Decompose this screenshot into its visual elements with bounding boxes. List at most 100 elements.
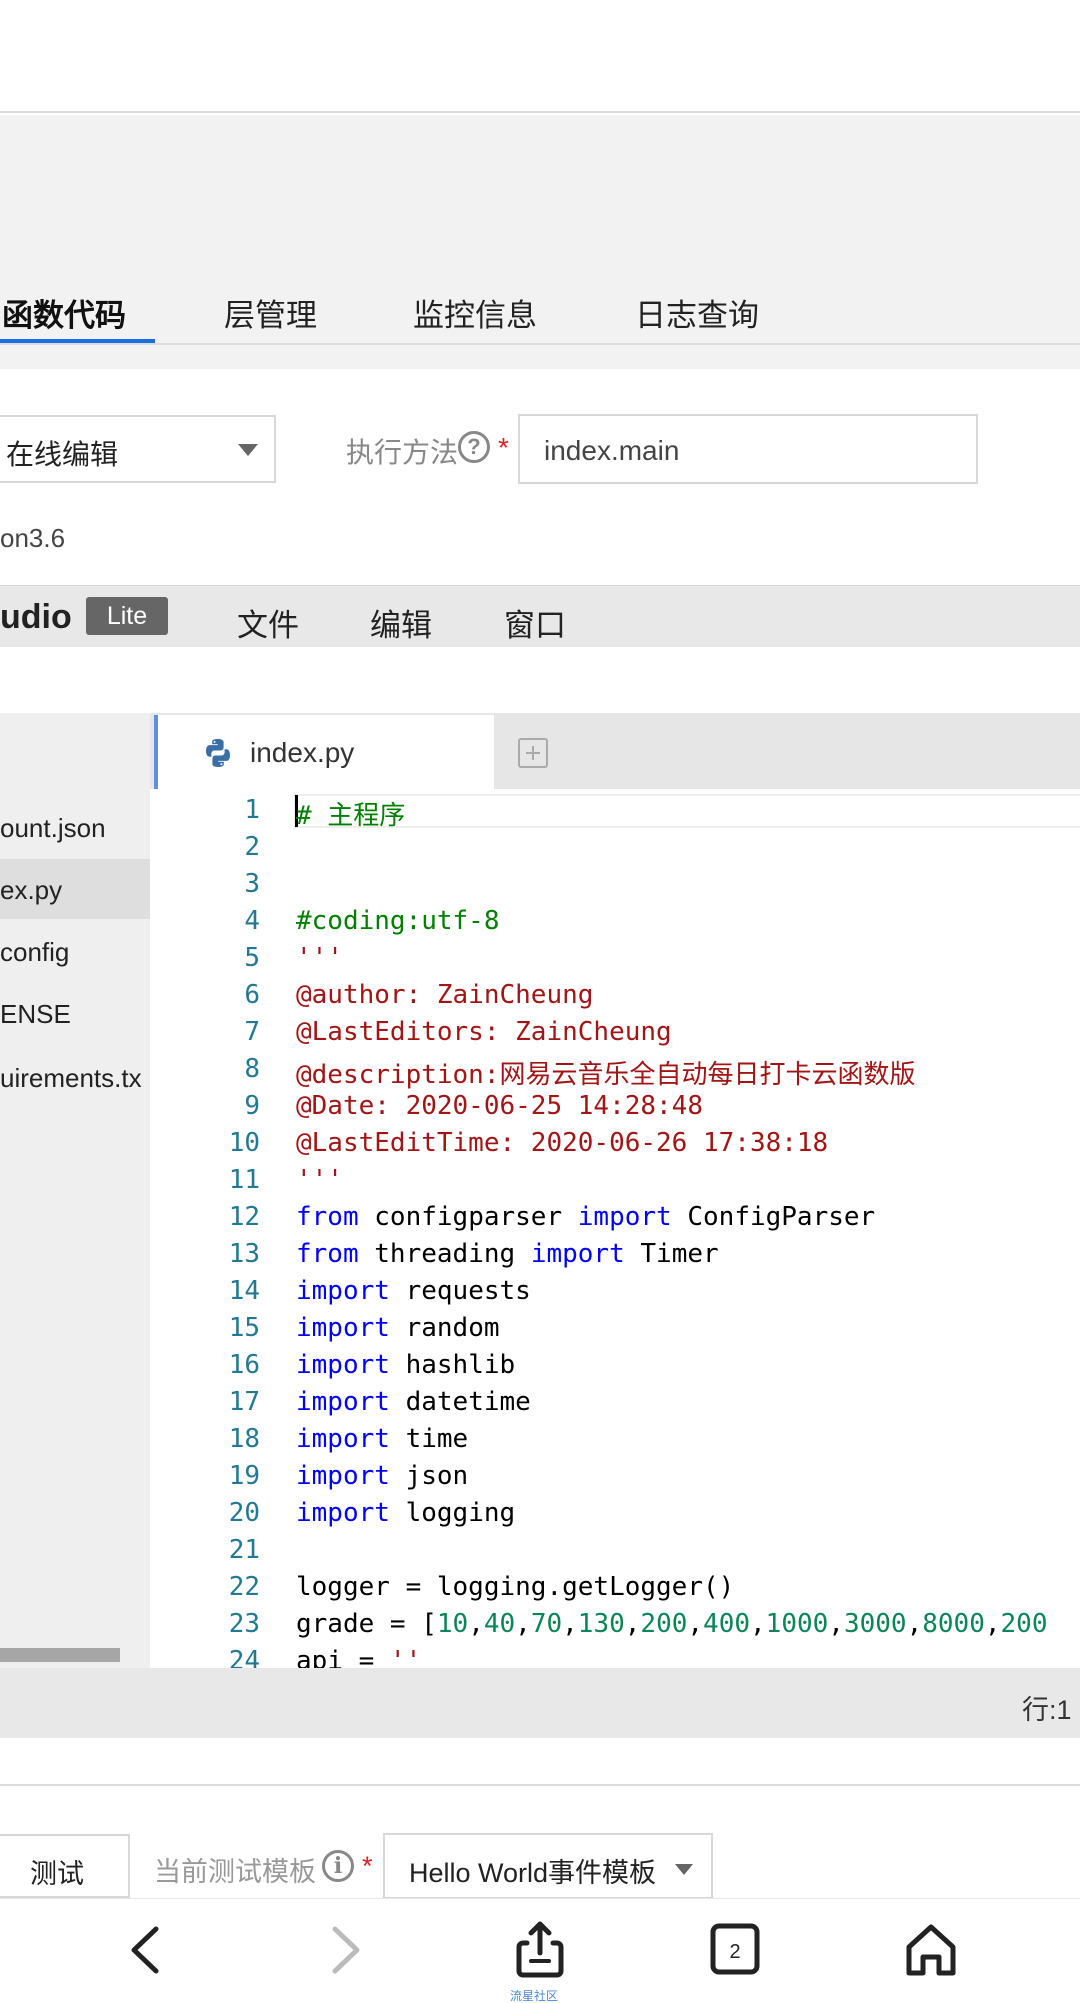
module-name: datetime [389,1387,531,1417]
import-name: ConfigParser [671,1202,876,1232]
code-line: #coding:utf-8 [296,906,500,936]
line-number: 9 [244,1091,260,1121]
tab-monitoring[interactable]: 监控信息 [413,290,537,335]
file-item[interactable]: config [0,921,150,981]
line-number: 10 [228,1128,260,1158]
explorer-scrollbar[interactable] [0,1648,120,1662]
module-name: requests [389,1276,531,1306]
tab-log-query[interactable]: 日志查询 [635,290,759,335]
code-editor[interactable]: 1 2 3 4 5 6 7 8 9 10 11 12 13 14 15 16 1… [150,789,1080,1668]
keyword: from [296,1239,359,1269]
test-template-value: Hello World事件模板 [409,1858,657,1888]
import-name: Timer [624,1239,719,1269]
line-number: 23 [228,1609,260,1639]
cursor-position: 行:1 列 [1022,1695,1080,1725]
string-literal: '' [389,1646,422,1668]
number-literal: 8000 [922,1609,985,1639]
editor-tab-label: index.py [250,737,355,768]
module-name: random [389,1313,500,1343]
keyword: from [296,1202,359,1232]
menu-window[interactable]: 窗口 [504,600,566,645]
studio-title: udio [0,598,72,636]
share-button[interactable] [505,1919,575,1981]
code-text: grade = [ [296,1609,437,1639]
code-line: import random [296,1313,500,1343]
line-number-gutter: 1 2 3 4 5 6 7 8 9 10 11 12 13 14 15 16 1… [150,789,260,1668]
keyword: import [296,1387,390,1417]
line-number: 14 [228,1276,260,1306]
add-tab-icon[interactable] [518,738,548,768]
submit-method-select[interactable]: 在线编辑 [0,415,276,483]
number-literal: 70 [530,1609,563,1639]
keyword: import [577,1202,672,1232]
code-line: import json [296,1461,468,1491]
code-line: @LastEditTime: 2020-06-26 17:38:18 [296,1128,829,1158]
file-item[interactable]: uirements.tx [0,1047,150,1107]
editor-tab-index-py[interactable]: index.py [154,715,494,789]
exec-method-label: 执行方法 [346,437,459,468]
line-number: 3 [244,869,260,899]
code-line: import hashlib [296,1350,515,1380]
runtime-text: on3.6 [0,523,66,553]
studio-menubar: udio Lite 文件 编辑 窗口 [0,585,1080,647]
test-template-select[interactable]: Hello World事件模板 [383,1833,713,1899]
chevron-left-icon [131,1926,159,1974]
menu-file[interactable]: 文件 [237,600,299,645]
home-button[interactable] [896,1919,966,1981]
code-line: from configparser import ConfigParser [296,1202,875,1232]
number-literal: 200 [640,1609,688,1639]
keyword: import [530,1239,625,1269]
line-number: 19 [228,1461,260,1491]
header-band [0,115,1080,345]
required-marker: * [362,1851,373,1881]
code-line: ''' [296,1165,343,1195]
help-icon[interactable]: ? [458,431,490,463]
tab-function-code[interactable]: 函数代码 [2,290,126,335]
forward-button[interactable] [309,1919,379,1981]
code-text: api = [296,1646,390,1668]
required-marker: * [498,432,509,463]
number-literal: 200 [1000,1609,1048,1639]
chevron-down-icon [675,1864,693,1875]
number-literal: 1000 [765,1609,829,1639]
share-icon [516,1921,564,1978]
tabs-button[interactable]: 2 [700,1919,770,1981]
keyword: import [296,1498,390,1528]
code-line: import logging [296,1498,515,1528]
number-literal: 400 [703,1609,751,1639]
number-literal: 3000 [843,1609,907,1639]
tab-layer-management[interactable]: 层管理 [224,290,317,335]
line-number: 16 [228,1350,260,1380]
current-line-highlight [294,794,1080,828]
tabs-count-icon: 2 [710,1923,760,1975]
info-icon[interactable]: i [322,1850,354,1882]
module-name: time [389,1424,469,1454]
editor-tab-bar: index.py [150,713,1080,789]
editor-status-bar: 行:1 列 [0,1668,1080,1738]
menu-edit[interactable]: 编辑 [370,600,432,645]
line-number: 22 [228,1572,260,1602]
file-item[interactable]: ount.json [0,797,150,857]
tabs-band [0,345,1080,369]
line-number: 1 [244,795,260,825]
chevron-right-icon [332,1926,360,1974]
module-name: threading [358,1239,531,1269]
line-number: 12 [228,1202,260,1232]
code-line: import datetime [296,1387,531,1417]
module-name: configparser [358,1202,578,1232]
tab-count: 2 [729,1941,740,1963]
line-number: 21 [228,1535,260,1565]
file-item-active[interactable]: ex.py [0,859,150,919]
number-literal: 10 [436,1609,469,1639]
exec-method-input[interactable]: index.main [518,414,978,484]
code-line: @LastEditors: ZainCheung [296,1017,672,1047]
code-line: import requests [296,1276,531,1306]
code-line: @description:网易云音乐全自动每日打卡云函数版 [296,1060,916,1090]
line-number: 2 [244,832,260,862]
code-line: # 主程序 [296,801,406,831]
test-button[interactable]: 测试 [0,1834,130,1898]
back-button[interactable] [112,1919,182,1981]
file-item[interactable]: ENSE [0,983,150,1043]
chevron-down-icon [238,444,258,456]
code-line: grade = [10,40,70,130,200,400,1000,3000,… [296,1609,1048,1639]
